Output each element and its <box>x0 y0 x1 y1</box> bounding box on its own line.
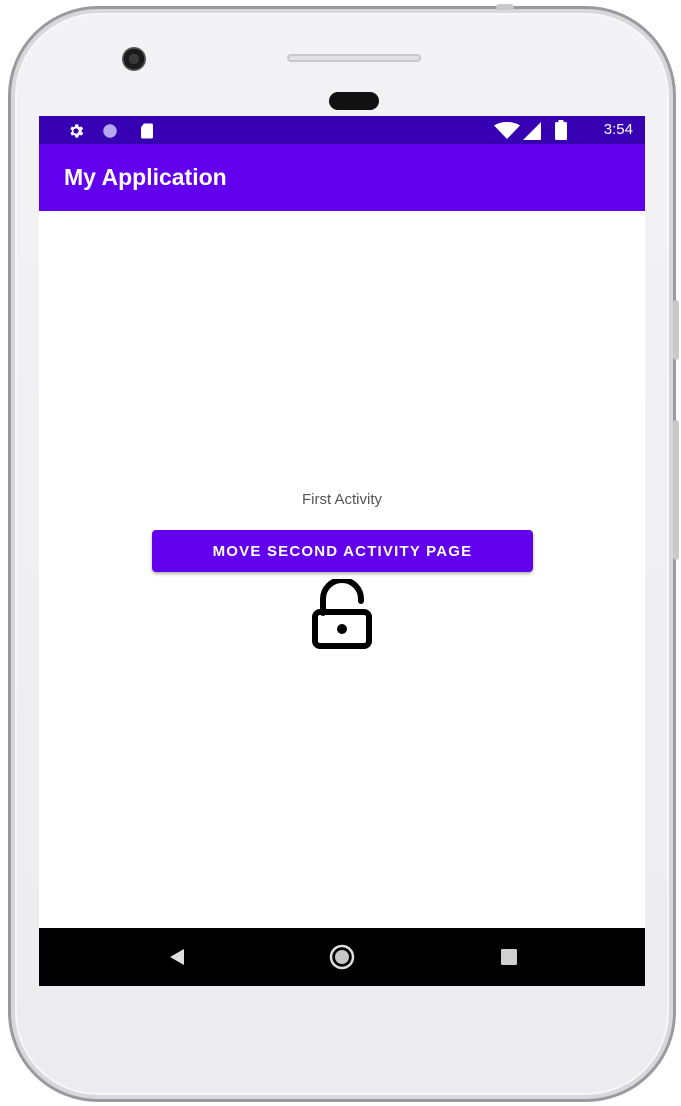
earpiece <box>329 92 379 110</box>
nav-recents-button[interactable] <box>469 928 549 986</box>
home-icon <box>329 944 355 970</box>
cell-signal-icon <box>523 122 541 140</box>
first-activity-label: First Activity <box>301 491 382 508</box>
app-title: My Application <box>64 164 227 190</box>
volume-button <box>673 420 679 560</box>
app-bar: My Application <box>39 144 645 211</box>
recents-icon <box>501 949 517 965</box>
device-frame-stage: 3:54 My Application First Activity MOVE … <box>0 0 681 1106</box>
sd-card-icon <box>141 123 153 139</box>
settings-icon <box>70 124 84 138</box>
circle-icon <box>103 124 117 138</box>
main-content: First Activity MOVE SECOND ACTIVITY PAGE <box>39 211 645 928</box>
back-icon <box>170 949 184 965</box>
front-camera-icon <box>122 47 146 71</box>
speaker-grille <box>287 54 421 62</box>
battery-icon <box>555 120 567 140</box>
status-time: 3:54 <box>603 121 633 138</box>
unlocked-padlock-icon <box>312 579 372 649</box>
power-button <box>673 300 679 360</box>
nav-home-button[interactable] <box>302 928 382 986</box>
device-screen: 3:54 My Application First Activity MOVE … <box>39 116 645 986</box>
move-second-activity-button[interactable]: MOVE SECOND ACTIVITY PAGE <box>152 530 533 572</box>
status-bar: 3:54 <box>39 116 645 144</box>
nav-back-button[interactable] <box>141 928 221 986</box>
frame-top-notch <box>496 4 514 10</box>
wifi-icon <box>494 122 520 139</box>
navigation-bar <box>39 928 645 986</box>
